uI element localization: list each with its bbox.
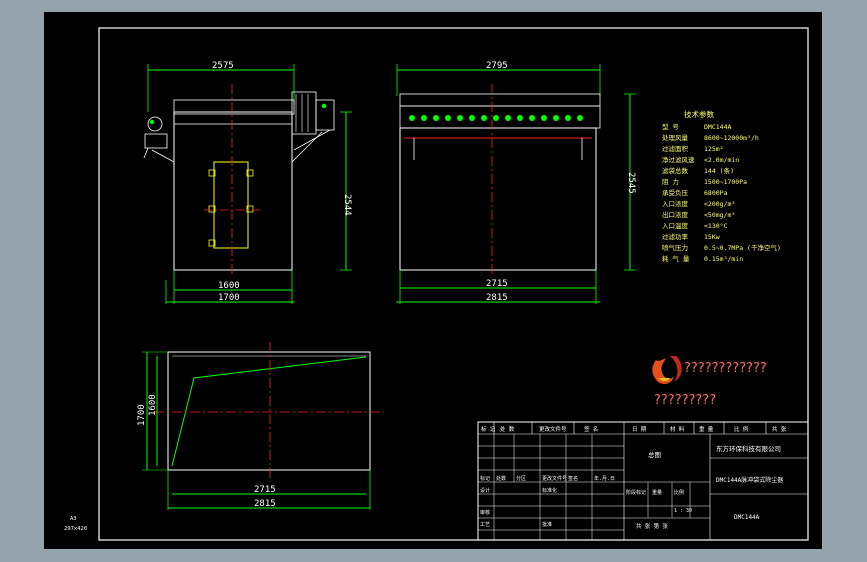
spec-value-3: <2.0m/min [704,156,739,164]
cad-drawing: 2575 2544 1600 1700 2795 2545 2715 2815 … [64,27,809,541]
spec-title: 技术参数 [684,109,714,119]
spec-value-12: 0.15m³/min [704,255,743,263]
tb-role-1: 标准化 [542,487,557,494]
spec-value-2: 125m² [704,145,724,153]
spec-value-1: 8600~12000m³/h [704,134,759,142]
tb-product: DMC144A脉冲袋式除尘器 [716,476,783,484]
side-top-dimension: 2795 [486,61,508,71]
spec-value-9: <130°C [704,222,728,230]
tb-scale-value: 1 : 30 [674,508,692,514]
spec-label-1: 处理风量 [662,133,689,142]
front-bottom-inner-dimension: 1600 [218,281,240,291]
front-top-dimension: 2575 [212,61,234,71]
title-block: 标 记 处 数 更改文件号 签 名 日 期 材 料 重 量 比 例 共 张 标记… [477,421,809,541]
side-view: 2795 2545 2715 2815 [396,61,636,304]
drawing-border [98,27,809,541]
spec-label-12: 耗 气 量 [662,254,690,263]
front-height-dimension: 2544 [342,194,352,216]
tb-header-7: 比 例 [734,425,749,433]
plan-height-outer-dimension: 1700 [137,404,147,426]
tb-role-4: 批准 [542,521,552,528]
spec-value-5: 1500~1700Pa [704,178,747,186]
plan-bottom-outer-dimension: 2815 [254,499,276,509]
cad-canvas[interactable]: 2575 2544 1600 1700 2795 2545 2715 2815 … [44,12,822,549]
front-view: 2575 2544 1600 1700 [143,61,352,304]
spec-table: 技术参数 型 号 DMC144A 处理风量 8600~12000m³/h 过滤面… [662,109,781,263]
tb-stage-label: 阶段标记 [626,489,646,496]
tb-header-2: 更改文件号 [539,425,567,433]
tb-row-label-3: 更改文件号 [542,475,567,482]
tb-weight-label: 重量 [652,489,662,496]
tb-row-label-1: 处数 [496,475,506,482]
spec-value-4: 144 (条) [704,166,734,175]
watermark-logo [652,356,682,384]
watermark-line-2: ????????? [654,393,716,408]
spec-value-8: <50mg/m³ [704,211,735,219]
plan-bottom-inner-dimension: 2715 [254,485,276,495]
tb-header-4: 日 期 [632,426,647,433]
spec-value-11: 0.5~0.7MPa (干净空气) [704,243,781,252]
spec-label-10: 过滤功率 [662,232,689,241]
spec-label-2: 过滤面积 [662,144,689,153]
tb-header-1: 处 数 [500,425,515,433]
tb-role-3: 工艺 [480,522,490,528]
tb-scale-label: 比例 [674,489,684,496]
spec-label-6: 承受负压 [662,188,689,197]
tb-header-6: 重 量 [699,425,714,433]
tb-company: 东方环保科技有限公司 [716,444,781,453]
tb-model: DMC144A [734,514,760,521]
tb-row-label-0: 标记 [480,475,490,482]
plan-view: 1700 1600 2715 2815 [137,342,384,510]
spec-value-6: 6800Pa [704,189,728,197]
spec-label-0: 型 号 [662,122,679,131]
tb-role-2: 审核 [480,509,490,516]
corner-note-2: 297x420 [64,526,87,532]
drawing-viewport: 2575 2544 1600 1700 2795 2545 2715 2815 … [0,0,867,562]
tb-drawing-name: 总图 [648,450,661,459]
corner-note-1: A3 [70,516,77,522]
tb-row-label-4: 签名 [568,475,578,482]
spec-label-7: 入口浓度 [662,199,689,208]
spec-label-8: 出口浓度 [662,210,689,219]
plan-height-inner-dimension: 1600 [148,394,158,416]
tb-sheet-label: 共 张 第 张 [636,522,668,530]
tb-row-label-2: 分区 [516,475,526,482]
spec-label-11: 喷气压力 [662,243,688,252]
spec-value-0: DMC144A [704,123,731,131]
spec-label-4: 滤袋总数 [662,166,689,175]
tb-role-0: 设计 [480,487,490,494]
side-bottom-outer-dimension: 2815 [486,293,508,303]
front-bottom-outer-dimension: 1700 [218,293,240,303]
tb-row-label-5: 年.月.日 [594,475,615,482]
spec-label-3: 净过滤风速 [662,155,695,164]
spec-value-7: <200g/m³ [704,200,735,208]
side-height-dimension: 2545 [626,172,636,194]
tb-header-5: 材 料 [670,425,685,433]
tb-header-3: 签 名 [584,425,598,433]
side-bottom-inner-dimension: 2715 [486,279,508,289]
spec-label-5: 阻 力 [662,177,679,186]
tb-header-8: 共 张 [772,425,787,433]
spec-label-9: 入口温度 [662,221,689,230]
watermark-line-1: ???????????? [684,361,767,376]
pulse-valves [409,115,583,121]
spec-value-10: 15Kw [704,233,720,241]
tb-header-0: 标 记 [481,425,496,433]
